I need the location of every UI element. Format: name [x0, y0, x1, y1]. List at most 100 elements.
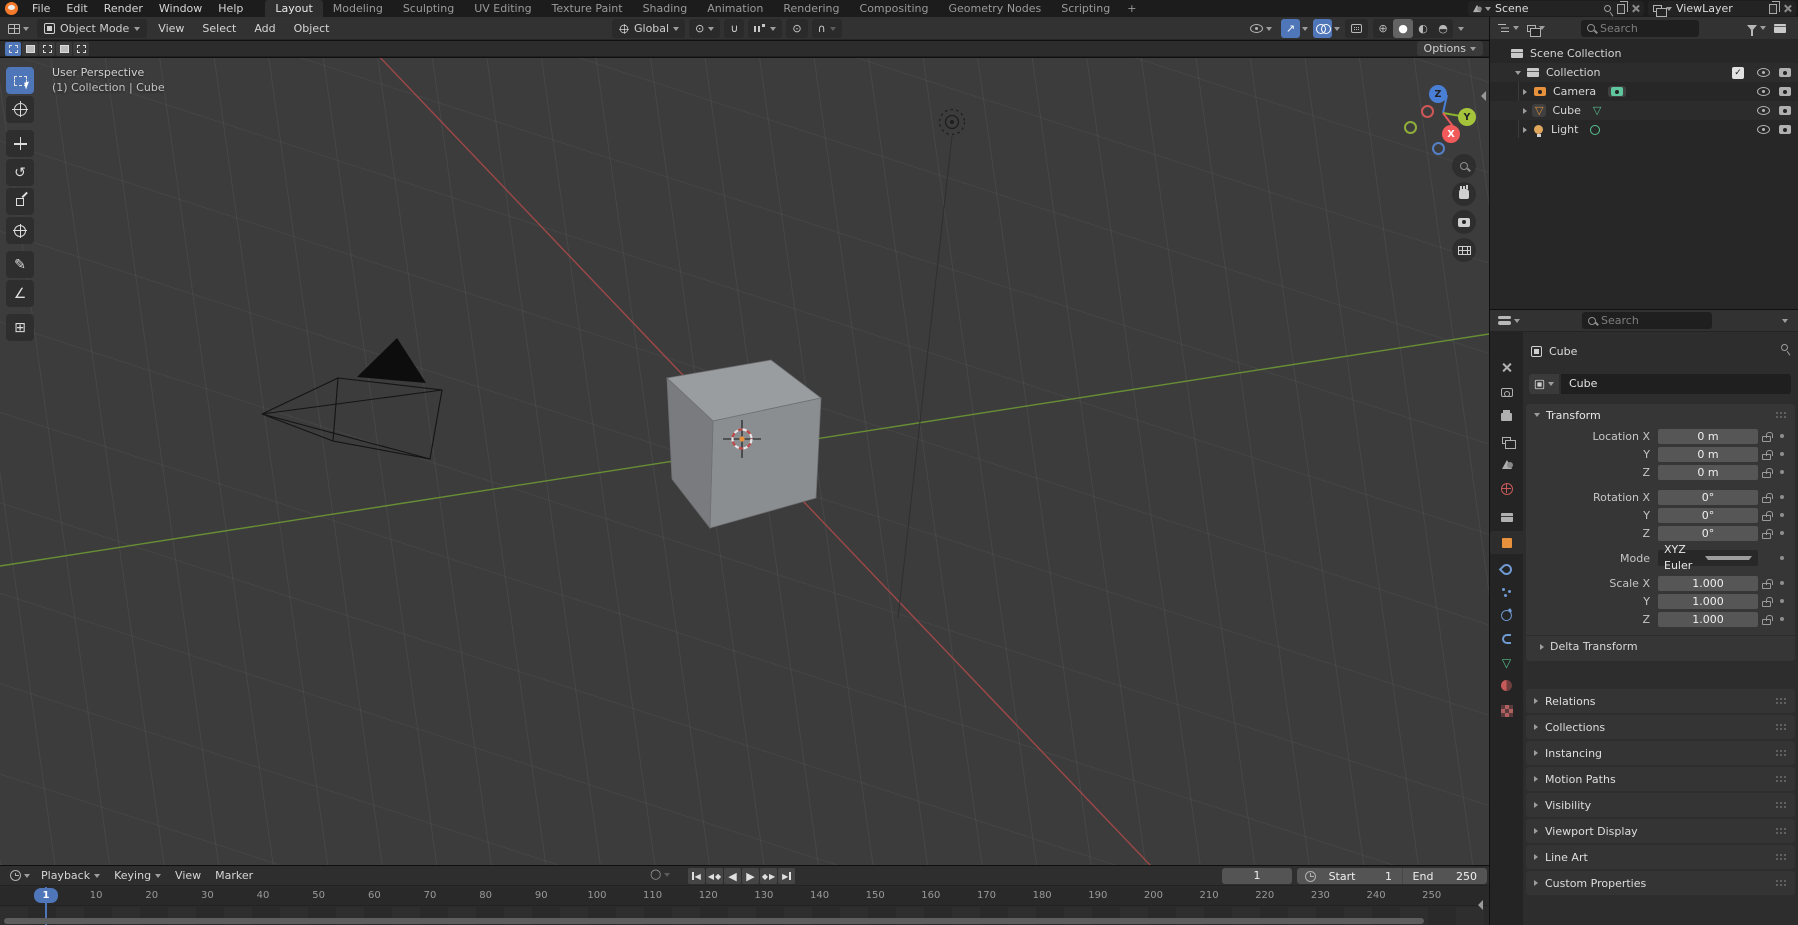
shading-rendered-button[interactable]: ◓ [1433, 19, 1453, 38]
workspace-tab-uv-editing[interactable]: UV Editing [464, 0, 541, 17]
scene-selector[interactable]: Scene [1468, 1, 1644, 16]
location-z-field[interactable]: 0 m [1658, 465, 1758, 480]
outliner-row-scene-collection[interactable]: Scene Collection [1490, 44, 1798, 63]
lock-icon[interactable] [1762, 454, 1771, 460]
location-y-field[interactable]: 0 m [1658, 447, 1758, 462]
show-gizmo-visibility-button[interactable] [1246, 22, 1276, 35]
motion-paths-panel[interactable]: Motion Paths [1526, 767, 1795, 791]
disable-render-icon[interactable] [1779, 68, 1791, 77]
jump-to-end-button[interactable]: ▶ [778, 868, 795, 884]
timeline-editor-type-button[interactable] [6, 868, 34, 883]
modifiers-tab[interactable] [1490, 558, 1523, 581]
drag-handle-icon[interactable] [1776, 698, 1787, 705]
scale-x-field[interactable]: 1.000 [1658, 576, 1758, 591]
menu-playback[interactable]: Playback [34, 866, 107, 886]
animate-dot-icon[interactable] [1780, 617, 1785, 622]
menu-view[interactable]: View [151, 17, 191, 40]
disable-render-icon[interactable] [1779, 125, 1791, 134]
constraints-tab[interactable] [1490, 627, 1523, 650]
menu-marker[interactable]: Marker [208, 866, 260, 886]
pivot-point-dropdown[interactable]: ⊙ [689, 19, 720, 38]
pin-id-icon[interactable] [1780, 343, 1790, 353]
menu-help[interactable]: Help [210, 0, 251, 17]
drag-handle-icon[interactable] [1776, 802, 1787, 809]
drag-handle-icon[interactable] [1776, 880, 1787, 887]
chevron-down-icon[interactable] [1334, 27, 1340, 31]
light-data-icon[interactable] [1590, 125, 1600, 135]
render-tab[interactable] [1490, 381, 1523, 404]
animate-dot-icon[interactable] [1780, 452, 1785, 457]
collection-checkbox[interactable]: ✓ [1732, 67, 1744, 79]
workspace-tab-sculpting[interactable]: Sculpting [393, 0, 464, 17]
play-button[interactable]: ▶ [742, 868, 759, 884]
shading-options-chevron[interactable] [1458, 27, 1464, 31]
texture-tab[interactable] [1490, 699, 1523, 722]
axis-z-ball[interactable]: Z [1429, 85, 1447, 103]
perspective-toggle-button[interactable] [1452, 238, 1476, 262]
disable-render-icon[interactable] [1779, 87, 1791, 96]
mode-dropdown[interactable]: Object Mode [37, 19, 147, 38]
move-tool[interactable] [6, 130, 34, 157]
shading-wireframe-button[interactable]: ⊕ [1373, 19, 1393, 38]
xray-toggle[interactable] [1345, 19, 1368, 38]
navigation-gizmo[interactable]: Z Y X [1398, 72, 1486, 160]
menu-edit[interactable]: Edit [58, 0, 95, 17]
lock-icon[interactable] [1762, 601, 1771, 607]
menu-select[interactable]: Select [195, 17, 243, 40]
animate-dot-icon[interactable] [1780, 581, 1785, 586]
workspace-tab-animation[interactable]: Animation [697, 0, 773, 17]
lock-icon[interactable] [1762, 515, 1771, 521]
animate-dot-icon[interactable] [1780, 599, 1785, 604]
animate-dot-icon[interactable] [1780, 495, 1785, 500]
visibility-panel[interactable]: Visibility [1526, 793, 1795, 817]
next-keyframe-button[interactable]: ◆▶ [760, 868, 777, 884]
workspace-tab-scripting[interactable]: Scripting [1051, 0, 1120, 17]
outliner-display-mode-button[interactable] [1523, 23, 1549, 34]
start-frame-field[interactable]: 1 [1362, 870, 1392, 883]
hide-eye-icon[interactable] [1757, 87, 1770, 96]
options-button[interactable]: Options [1417, 41, 1483, 56]
outliner-search-input[interactable] [1600, 22, 1693, 35]
object-name-field[interactable]: Cube [1561, 374, 1791, 394]
drag-handle-icon[interactable] [1776, 750, 1787, 757]
axis-neg-y-ball[interactable] [1404, 121, 1417, 134]
menu-view-timeline[interactable]: View [168, 866, 208, 886]
outliner-row-camera[interactable]: Camera [1490, 82, 1798, 101]
collections-panel[interactable]: Collections [1526, 715, 1795, 739]
viewport-display-panel[interactable]: Viewport Display [1526, 819, 1795, 843]
rotation-z-field[interactable]: 0° [1658, 526, 1758, 541]
menu-render[interactable]: Render [96, 0, 151, 17]
line-art-panel[interactable]: Line Art [1526, 845, 1795, 869]
scale-z-field[interactable]: 1.000 [1658, 612, 1758, 627]
select-extend-button[interactable] [22, 42, 38, 56]
drag-handle-icon[interactable] [1776, 724, 1787, 731]
delta-transform-panel[interactable]: Delta Transform [1526, 635, 1795, 657]
properties-search[interactable] [1582, 312, 1712, 329]
drag-handle-icon[interactable] [1776, 828, 1787, 835]
axis-y-ball[interactable]: Y [1458, 108, 1476, 126]
new-viewlayer-icon[interactable] [1769, 4, 1777, 14]
hide-eye-icon[interactable] [1757, 125, 1770, 134]
select-subtract-button[interactable] [39, 42, 55, 56]
mesh-data-icon[interactable]: ▽ [1593, 105, 1601, 116]
expand-chevron-icon[interactable] [1523, 108, 1527, 114]
rotate-tool[interactable]: ↺ [6, 159, 34, 186]
workspace-tab-compositing[interactable]: Compositing [850, 0, 939, 17]
object-data-tab[interactable]: ▽ [1490, 651, 1523, 674]
workspace-tab-layout[interactable]: Layout [265, 0, 322, 17]
outliner-editor-type-button[interactable] [1494, 22, 1523, 35]
properties-editor-type-button[interactable] [1494, 314, 1524, 328]
menu-window[interactable]: Window [151, 0, 210, 17]
expand-chevron-icon[interactable] [1523, 127, 1527, 133]
select-invert-button[interactable] [56, 42, 72, 56]
shading-material-button[interactable]: ◐ [1413, 19, 1433, 38]
lock-icon[interactable] [1762, 533, 1771, 539]
disable-render-icon[interactable] [1779, 106, 1791, 115]
measure-tool[interactable]: ∠ [6, 280, 34, 307]
add-workspace-button[interactable]: + [1120, 0, 1143, 17]
lock-icon[interactable] [1762, 619, 1771, 625]
axis-neg-z-ball[interactable] [1432, 142, 1445, 155]
rotation-y-field[interactable]: 0° [1658, 508, 1758, 523]
proportional-falloff-dropdown[interactable]: ∩ [812, 19, 842, 38]
lock-icon[interactable] [1762, 497, 1771, 503]
